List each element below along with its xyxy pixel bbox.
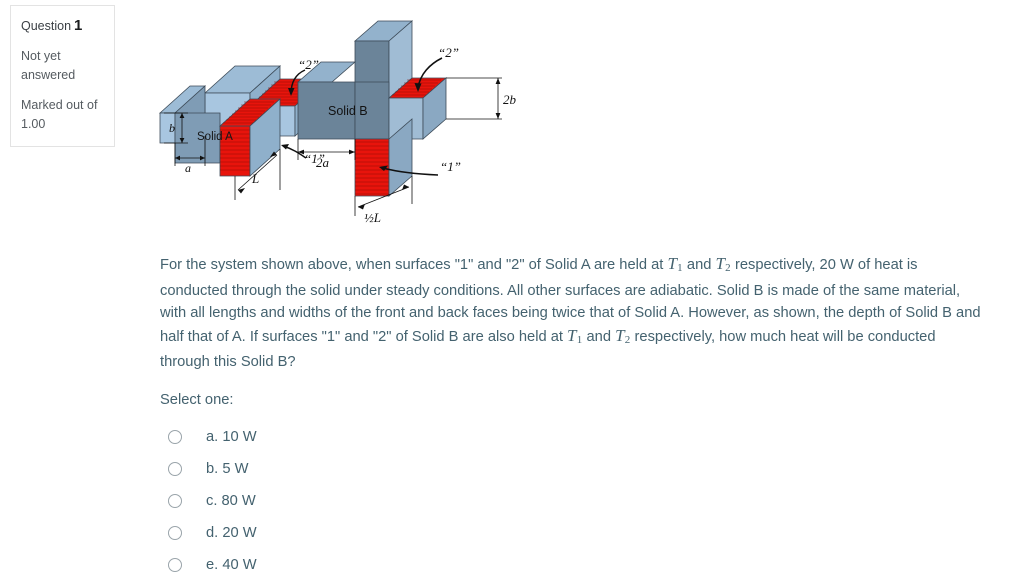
solid-a-dim-b-label: b: [169, 121, 175, 135]
answer-options-section: Select one: a. 10 W b. 5 W c. 80 W d. 20…: [160, 392, 560, 581]
answer-option-c[interactable]: c. 80 W: [160, 485, 560, 517]
radio-option-a[interactable]: [168, 430, 182, 444]
question-text-part4: and: [582, 328, 616, 345]
heat-conduction-figure: Solid A b a L “2” “1” Solid B 2b 2a ½L “…: [150, 8, 570, 238]
solid-b-group: Solid B 2b 2a ½L “2” “1”: [296, 20, 517, 225]
t3-base: T: [567, 325, 577, 345]
solid-b-dim-2b-label: 2b: [503, 92, 517, 107]
solid-a-dim-L-label: L: [251, 171, 259, 186]
solid-a-label: Solid A: [197, 131, 233, 143]
temperature-symbol-t4: T2: [615, 325, 630, 346]
question-text: For the system shown above, when surface…: [160, 253, 988, 374]
question-text-part1: For the system shown above, when surface…: [160, 257, 668, 273]
answer-label-e[interactable]: e. 40 W: [206, 557, 257, 573]
answer-label-a[interactable]: a. 10 W: [206, 429, 257, 445]
t1-base: T: [667, 254, 678, 273]
answer-option-d[interactable]: d. 20 W: [160, 517, 560, 549]
t4-base: T: [615, 325, 625, 345]
question-marks: Marked out of 1.00: [21, 98, 98, 131]
question-status: Not yet answered: [21, 49, 76, 82]
answer-option-a[interactable]: a. 10 W: [160, 421, 560, 453]
answer-label-c[interactable]: c. 80 W: [206, 493, 256, 509]
select-one-prompt: Select one:: [160, 392, 234, 408]
answer-label-b[interactable]: b. 5 W: [206, 461, 248, 477]
radio-option-d[interactable]: [168, 526, 182, 540]
answer-label-d[interactable]: d. 20 W: [206, 525, 257, 541]
solid-b-callout-1-label: “1”: [440, 159, 461, 174]
solid-b-dim-2b-lines: [446, 77, 502, 120]
temperature-symbol-t2: T2: [715, 254, 731, 274]
t2-base: T: [715, 254, 726, 273]
answer-option-e[interactable]: e. 40 W: [160, 549, 560, 581]
temperature-symbol-t3: T1: [567, 325, 582, 346]
solids-diagram-svg: Solid A b a L “2” “1” Solid B 2b 2a ½L “…: [158, 20, 517, 225]
solid-a-dim-a-label: a: [185, 161, 191, 175]
radio-option-e[interactable]: [168, 558, 182, 572]
solid-b-callout-2-label: “2”: [438, 45, 459, 60]
solid-b-dim-2a-label: 2a: [316, 155, 330, 170]
solid-b-label: Solid B: [328, 104, 368, 118]
question-number: 1: [74, 17, 83, 34]
question-info-box: Question 1 Not yet answered Marked out of…: [10, 5, 115, 147]
question-header: Question 1: [21, 16, 104, 36]
temperature-symbol-t1: T1: [667, 254, 682, 274]
radio-option-b[interactable]: [168, 462, 182, 476]
question-word: Question: [21, 19, 72, 33]
radio-option-c[interactable]: [168, 494, 182, 508]
solid-a-callout-1-arrow: [281, 144, 289, 150]
solid-b-dim-halfL-label: ½L: [364, 210, 381, 225]
question-text-part2: and: [682, 257, 716, 273]
answer-option-b[interactable]: b. 5 W: [160, 453, 560, 485]
